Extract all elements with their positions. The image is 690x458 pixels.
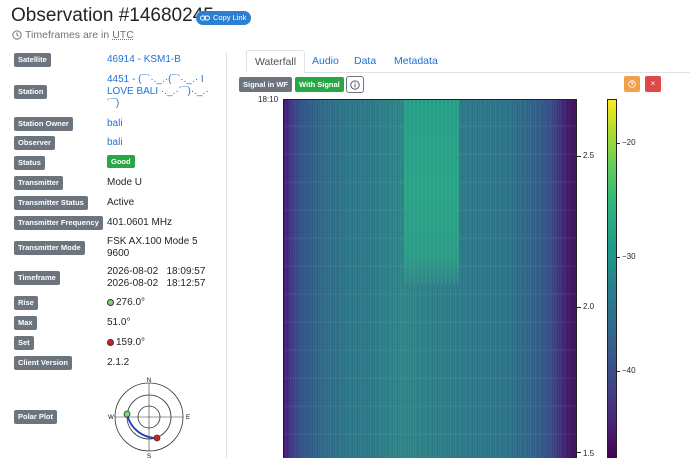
timeframe-note-text: Timeframes are in — [25, 29, 110, 41]
transmitter-mode-line: FSK AX.100 Mode 5 — [107, 236, 198, 247]
station-owner-label: Station Owner — [14, 117, 73, 131]
colorbar-tick-label: −40 — [622, 366, 636, 375]
transmitter-status-value: Active — [107, 197, 135, 208]
close-icon: × — [650, 79, 656, 88]
station-owner-link[interactable]: bali — [107, 118, 123, 130]
close-button[interactable]: × — [645, 76, 661, 92]
station-name-line: 4451 - (¯`·._.·(¯`·._.· I — [107, 74, 204, 85]
transmitter-frequency-value: 401.0601 MHz — [107, 217, 173, 228]
timeframe-note: Timeframes are in UTC — [12, 29, 134, 41]
detail-rise: Rise 276.0° — [14, 296, 224, 310]
rise-value: 276.0° — [116, 297, 146, 308]
satellite-label: Satellite — [14, 53, 51, 67]
set-value: 159.0° — [116, 337, 146, 348]
polar-rise-marker — [123, 410, 131, 418]
timeframe-value: 2026-08-02 18:09:57 2026-08-02 18:12:57 — [107, 266, 205, 290]
transmitter-value: Mode U — [107, 177, 143, 188]
colorbar-tick-label: −20 — [622, 138, 636, 147]
observer-link[interactable]: bali — [107, 137, 123, 149]
tab-waterfall[interactable]: Waterfall — [246, 50, 306, 73]
detail-station: Station 4451 - (¯`·._.·(¯`·._.· I LOVE B… — [14, 74, 224, 109]
tab-data[interactable]: Data — [346, 50, 384, 73]
page-title: Observation #14680245 — [11, 5, 214, 26]
transmitter-mode-label: Transmitter Mode — [14, 241, 85, 255]
status-label: Status — [14, 156, 45, 170]
waterfall-tick-label: 2.5 — [583, 151, 595, 160]
status-badge: Good — [107, 155, 135, 168]
waterfall-tick-mark — [577, 307, 581, 308]
clock-icon — [12, 30, 22, 40]
detail-transmitter: Transmitter Mode U — [14, 176, 224, 190]
observer-label: Observer — [14, 136, 55, 150]
polar-south-label: S — [147, 454, 151, 458]
copy-link-label: Copy Link — [213, 13, 247, 22]
link-icon — [200, 15, 210, 21]
polar-west-label: W — [108, 415, 114, 421]
polar-set-marker — [153, 434, 161, 442]
waterfall-tick-mark — [577, 452, 581, 453]
detail-set: Set 159.0° — [14, 336, 224, 350]
tab-audio[interactable]: Audio — [304, 50, 347, 73]
waterfall-tick-mark — [577, 156, 581, 157]
timeframe-end-date: 2026-08-02 — [107, 278, 159, 289]
set-dot-icon — [107, 339, 114, 346]
waterfall-tick-label: 1.5 — [583, 449, 595, 458]
waterfall-start-time: 18:10 — [258, 95, 279, 104]
station-name-line: LOVE BALI ·._.·´¯)·._.· — [107, 86, 209, 97]
transmitter-frequency-label: Transmitter Frequency — [14, 216, 103, 230]
detail-transmitter-mode: Transmitter Mode FSK AX.100 Mode 5 9600 — [14, 236, 224, 259]
waterfall-signal-trace — [404, 100, 459, 285]
colorbar-tick-mark — [617, 143, 620, 144]
rise-label: Rise — [14, 296, 38, 310]
polar-east-label: E — [186, 415, 190, 421]
help-button[interactable] — [624, 76, 640, 92]
detail-status: Status Good — [14, 155, 224, 170]
question-icon — [628, 80, 636, 88]
transmitter-label: Transmitter — [14, 176, 63, 190]
with-signal-button[interactable]: With Signal — [295, 77, 344, 92]
polar-plot-label: Polar Plot — [14, 410, 58, 424]
client-version-value: 2.1.2 — [107, 357, 130, 368]
info-icon — [350, 79, 360, 90]
transmitter-mode-line: 9600 — [107, 248, 130, 259]
detail-transmitter-status: Transmitter Status Active — [14, 196, 224, 210]
timeframe-end-time: 18:12:57 — [166, 278, 206, 289]
colorbar-tick-mark — [617, 371, 620, 372]
timeframe-label: Timeframe — [14, 271, 60, 285]
colorbar-tick-mark — [617, 257, 620, 258]
station-label: Station — [14, 85, 48, 99]
detail-transmitter-frequency: Transmitter Frequency 401.0601 MHz — [14, 216, 224, 230]
waterfall-image — [283, 99, 577, 458]
detail-observer: Observer bali — [14, 136, 224, 150]
set-label: Set — [14, 336, 34, 350]
copy-link-button[interactable]: Copy Link — [196, 11, 252, 25]
polar-plot: N E S W — [108, 378, 190, 458]
station-link[interactable]: 4451 - (¯`·._.·(¯`·._.· I LOVE BALI ·._.… — [107, 74, 209, 110]
waterfall-tick-label: 2.0 — [583, 302, 595, 311]
timezone-label: UTC — [112, 29, 134, 41]
waterfall-colorbar — [607, 99, 617, 458]
satellite-link[interactable]: 46914 - KSM1-B — [107, 54, 181, 66]
station-name-line: ´¯) — [107, 98, 120, 109]
observation-tabs: Waterfall Audio Data Metadata — [246, 50, 690, 73]
max-value: 51.0° — [107, 317, 131, 328]
detail-timeframe: Timeframe 2026-08-02 18:09:57 2026-08-02… — [14, 266, 224, 289]
detail-client-version: Client Version 2.1.2 — [14, 356, 224, 370]
detail-station-owner: Station Owner bali — [14, 117, 224, 131]
info-button[interactable] — [346, 76, 364, 93]
rise-dot-icon — [107, 299, 114, 306]
tab-metadata[interactable]: Metadata — [386, 50, 446, 73]
timeframe-start-date: 2026-08-02 — [107, 266, 159, 277]
detail-max: Max 51.0° — [14, 316, 224, 330]
detail-satellite: Satellite 46914 - KSM1-B — [14, 53, 224, 67]
transmitter-status-label: Transmitter Status — [14, 196, 88, 210]
client-version-label: Client Version — [14, 356, 73, 370]
signal-in-wf-button[interactable]: Signal in WF — [239, 77, 292, 92]
colorbar-tick-label: −30 — [622, 252, 636, 261]
max-label: Max — [14, 316, 37, 330]
timeframe-start-time: 18:09:57 — [166, 266, 206, 277]
polar-north-label: N — [147, 378, 151, 384]
transmitter-mode-value: FSK AX.100 Mode 5 9600 — [107, 236, 198, 260]
column-divider — [226, 52, 227, 458]
